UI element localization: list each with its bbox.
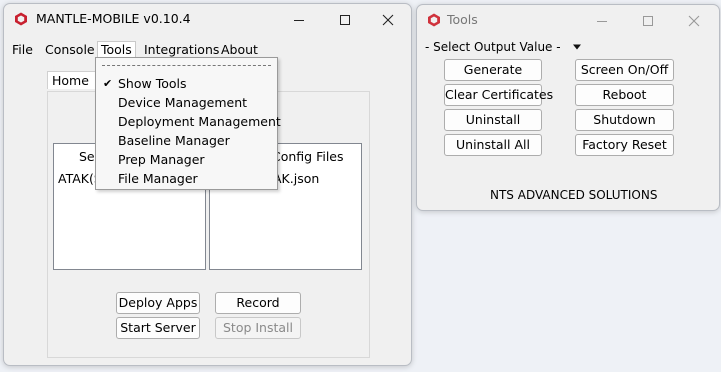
- reboot-button[interactable]: Reboot: [575, 84, 674, 106]
- generate-button[interactable]: Generate: [444, 59, 542, 81]
- main-titlebar[interactable]: MANTLE-MOBILE v0.10.4: [4, 4, 411, 35]
- maximize-icon: [643, 15, 653, 26]
- config-list-item[interactable]: AK.json: [273, 171, 319, 186]
- menu-tools[interactable]: Tools: [97, 41, 136, 58]
- menu-item-show-tools[interactable]: Show Tools: [118, 76, 187, 91]
- tearoff-line[interactable]: [102, 65, 271, 66]
- menu-file[interactable]: File: [9, 42, 36, 57]
- close-button[interactable]: [365, 4, 411, 35]
- clear-certificates-button[interactable]: Clear Certificates: [444, 84, 553, 106]
- menu-item-device-management[interactable]: Device Management: [118, 95, 247, 110]
- tools-dropdown-menu: ✔ Show Tools Device Management Deploymen…: [95, 57, 281, 190]
- minimize-icon: [597, 20, 607, 22]
- main-window-title: MANTLE-MOBILE v0.10.4: [36, 11, 191, 26]
- tab-home[interactable]: Home: [47, 71, 94, 89]
- menu-item-prep-manager[interactable]: Prep Manager: [118, 152, 205, 167]
- menu-console[interactable]: Console: [42, 42, 98, 57]
- record-button[interactable]: Record: [215, 292, 301, 314]
- menu-item-file-manager[interactable]: File Manager: [118, 171, 198, 186]
- tools-logo-icon: [428, 13, 440, 27]
- minimize-icon: [294, 19, 304, 21]
- company-footer: NTS ADVANCED SOLUTIONS: [490, 188, 658, 202]
- uninstall-all-button[interactable]: Uninstall All: [444, 134, 542, 156]
- output-value-select[interactable]: - Select Output Value -: [425, 40, 582, 54]
- factory-reset-button[interactable]: Factory Reset: [575, 134, 674, 156]
- stop-install-button: Stop Install: [215, 317, 301, 339]
- checkmark-icon: ✔: [103, 77, 113, 90]
- app-logo-icon: [15, 12, 27, 26]
- output-value-select-label: - Select Output Value -: [425, 40, 561, 54]
- minimize-button[interactable]: [276, 4, 322, 35]
- tools-window-title: Tools: [447, 12, 478, 27]
- shutdown-button[interactable]: Shutdown: [575, 109, 674, 131]
- tools-maximize-button[interactable]: [625, 5, 671, 36]
- close-icon: [688, 15, 700, 26]
- tools-minimize-button[interactable]: [579, 5, 625, 36]
- config-list-header: Config Files: [272, 149, 344, 164]
- screen-on-off-button[interactable]: Screen On/Off: [575, 59, 674, 81]
- tools-close-button[interactable]: [671, 5, 717, 36]
- maximize-button[interactable]: [322, 4, 368, 35]
- chevron-down-icon: [573, 44, 582, 50]
- menu-item-baseline-manager[interactable]: Baseline Manager: [118, 133, 230, 148]
- tools-titlebar[interactable]: Tools: [417, 5, 719, 36]
- menu-integrations[interactable]: Integrations: [141, 42, 222, 57]
- menu-about[interactable]: About: [218, 42, 261, 57]
- tools-window: Tools: [416, 4, 720, 211]
- menu-item-deployment-management[interactable]: Deployment Management: [118, 114, 281, 129]
- start-server-button[interactable]: Start Server: [116, 317, 200, 339]
- maximize-icon: [340, 14, 350, 25]
- close-icon: [382, 14, 394, 25]
- uninstall-button[interactable]: Uninstall: [444, 109, 542, 131]
- deploy-apps-button[interactable]: Deploy Apps: [116, 292, 200, 314]
